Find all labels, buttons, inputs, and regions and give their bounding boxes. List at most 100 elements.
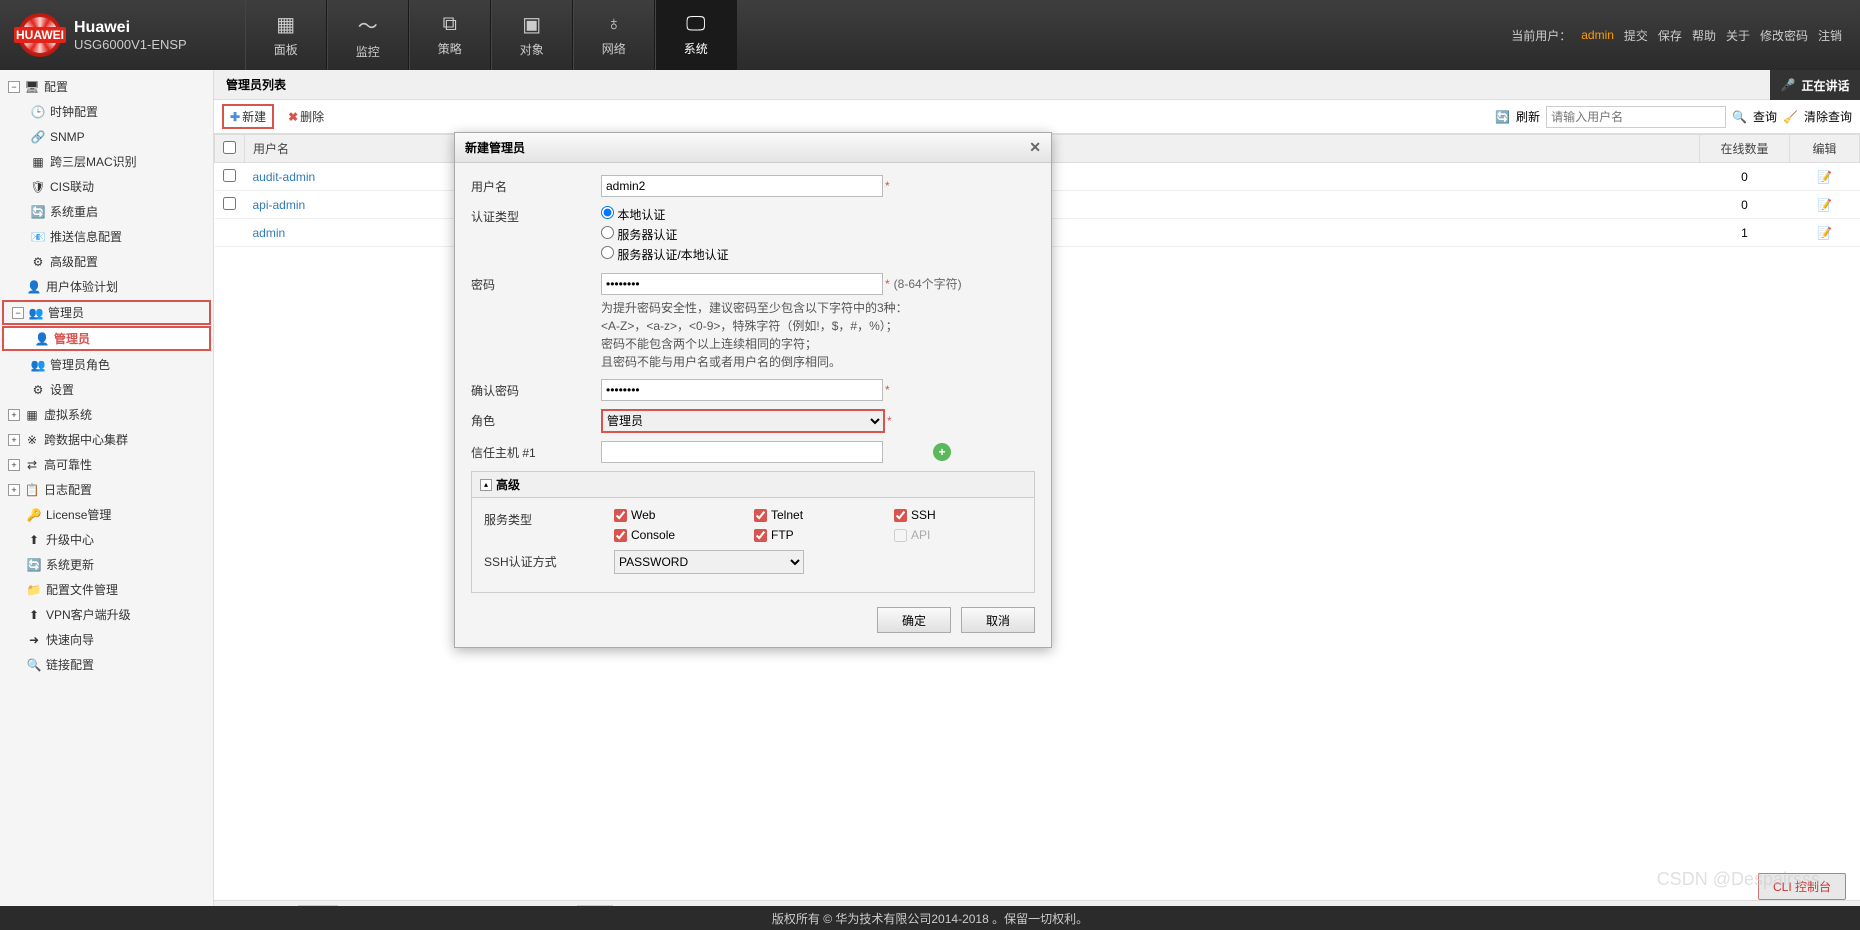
tab-network[interactable]: ♁网络 bbox=[573, 0, 655, 70]
sidebar-item[interactable]: +📋日志配置 bbox=[0, 477, 213, 502]
sidebar-item[interactable]: +▦虚拟系统 bbox=[0, 402, 213, 427]
service-ftp-checkbox[interactable]: FTP bbox=[754, 528, 834, 542]
close-icon[interactable]: ✕ bbox=[1029, 139, 1041, 156]
policy-icon: ⧉ bbox=[443, 13, 457, 36]
sidebar-item[interactable]: 🔄系统重启 bbox=[0, 199, 213, 224]
sidebar-item[interactable]: ▦跨三层MAC识别 bbox=[0, 149, 213, 174]
huawei-logo-icon: HUAWEI bbox=[18, 13, 62, 57]
sidebar-item[interactable]: +⇄高可靠性 bbox=[0, 452, 213, 477]
tab-object[interactable]: ▣对象 bbox=[491, 0, 573, 70]
sidebar-item[interactable]: +※跨数据中心集群 bbox=[0, 427, 213, 452]
sidebar-item[interactable]: 🛡CIS联动 bbox=[0, 174, 213, 199]
auth-both-radio[interactable]: 服务器认证/本地认证 bbox=[601, 245, 1035, 265]
about-link[interactable]: 关于 bbox=[1726, 27, 1750, 44]
sidebar-item[interactable]: 📁配置文件管理 bbox=[0, 577, 213, 602]
sidebar-item[interactable]: ⬆VPN客户端升级 bbox=[0, 602, 213, 627]
sidebar-item[interactable]: 🔑License管理 bbox=[0, 502, 213, 527]
model-name: USG6000V1-ENSP bbox=[74, 37, 187, 52]
search-input[interactable] bbox=[1546, 106, 1726, 128]
add-host-button[interactable]: + bbox=[933, 443, 951, 461]
sidebar-item[interactable]: −👥管理员 bbox=[2, 300, 211, 325]
help-link[interactable]: 帮助 bbox=[1692, 27, 1716, 44]
sidebar-item[interactable]: 🕒时钟配置 bbox=[0, 99, 213, 124]
sidebar-item[interactable]: ⬆升级中心 bbox=[0, 527, 213, 552]
trust-host-input[interactable] bbox=[601, 441, 883, 463]
row-checkbox[interactable] bbox=[223, 169, 236, 182]
ssh-auth-label: SSH认证方式 bbox=[484, 550, 614, 570]
commit-link[interactable]: 提交 bbox=[1624, 27, 1648, 44]
save-link[interactable]: 保存 bbox=[1658, 27, 1682, 44]
user-link[interactable]: api-admin bbox=[253, 198, 306, 212]
tree-icon: ▦ bbox=[30, 154, 46, 170]
tree-icon: ⬆ bbox=[26, 607, 42, 623]
col-online[interactable]: 在线数量 bbox=[1700, 135, 1790, 163]
refresh-icon[interactable]: 🔄 bbox=[1495, 110, 1510, 124]
username-input[interactable] bbox=[601, 175, 883, 197]
confirm-input[interactable] bbox=[601, 379, 883, 401]
service-web-checkbox[interactable]: Web bbox=[614, 508, 694, 522]
new-button[interactable]: ✚ 新建 bbox=[222, 104, 274, 129]
row-checkbox[interactable] bbox=[223, 197, 236, 210]
password-label: 密码 bbox=[471, 273, 601, 293]
tab-monitor[interactable]: 〜监控 bbox=[327, 0, 409, 70]
password-input[interactable] bbox=[601, 273, 883, 295]
service-telnet-checkbox[interactable]: Telnet bbox=[754, 508, 834, 522]
voice-status: 🎤 正在讲话 bbox=[1770, 70, 1860, 100]
col-edit[interactable]: 编辑 bbox=[1790, 135, 1860, 163]
edit-icon[interactable]: 📝 bbox=[1817, 226, 1832, 240]
clear-icon[interactable]: 🧹 bbox=[1783, 110, 1798, 124]
service-api-checkbox: API bbox=[894, 528, 974, 542]
delete-button[interactable]: ✖ 删除 bbox=[282, 106, 330, 127]
tab-policy[interactable]: ⧉策略 bbox=[409, 0, 491, 70]
search-icon[interactable]: 🔍 bbox=[1732, 110, 1747, 124]
select-all-checkbox[interactable] bbox=[223, 141, 236, 154]
ssh-auth-select[interactable]: PASSWORD bbox=[614, 550, 804, 574]
cancel-button[interactable]: 取消 bbox=[961, 607, 1035, 633]
sidebar-item[interactable]: ⚙设置 bbox=[0, 377, 213, 402]
header: HUAWEI Huawei USG6000V1-ENSP ▦面板 〜监控 ⧉策略… bbox=[0, 0, 1860, 70]
ok-button[interactable]: 确定 bbox=[877, 607, 951, 633]
logout-link[interactable]: 注销 bbox=[1818, 27, 1842, 44]
service-ssh-checkbox[interactable]: SSH bbox=[894, 508, 974, 522]
trust-label: 信任主机 #1 bbox=[471, 441, 601, 461]
sidebar-item[interactable]: ⚙高级配置 bbox=[0, 249, 213, 274]
cli-console-button[interactable]: CLI 控制台 bbox=[1758, 873, 1846, 900]
advanced-panel: ▴ 高级 服务类型 Web Telnet SSH Console FTP API… bbox=[471, 471, 1035, 593]
tab-system[interactable]: 🖵系统 bbox=[655, 0, 737, 70]
tree-icon: ⇄ bbox=[24, 457, 40, 473]
edit-icon[interactable]: 📝 bbox=[1817, 170, 1832, 184]
tree-icon: ⬆ bbox=[26, 532, 42, 548]
sidebar-item[interactable]: ➜快速向导 bbox=[0, 627, 213, 652]
tree-icon: ⚙ bbox=[30, 254, 46, 270]
sidebar-item[interactable]: 🔍链接配置 bbox=[0, 652, 213, 677]
role-select[interactable]: 管理员 bbox=[601, 409, 885, 433]
tree-icon: ※ bbox=[24, 432, 40, 448]
sidebar-item[interactable]: 👤管理员 bbox=[2, 326, 211, 351]
sidebar-item[interactable]: 📧推送信息配置 bbox=[0, 224, 213, 249]
edit-icon[interactable]: 📝 bbox=[1817, 198, 1832, 212]
auth-local-radio[interactable]: 本地认证 bbox=[601, 205, 1035, 225]
service-console-checkbox[interactable]: Console bbox=[614, 528, 694, 542]
sidebar-item[interactable]: 🔗SNMP bbox=[0, 124, 213, 149]
tree-icon: 📋 bbox=[24, 482, 40, 498]
advanced-toggle[interactable]: ▴ 高级 bbox=[472, 472, 1034, 498]
dialog-header[interactable]: 新建管理员 ✕ bbox=[455, 133, 1051, 163]
refresh-label[interactable]: 刷新 bbox=[1516, 108, 1540, 125]
sidebar-item[interactable]: −🖥配置 bbox=[0, 74, 213, 99]
sidebar-item[interactable]: 👥管理员角色 bbox=[0, 352, 213, 377]
delete-icon: ✖ bbox=[288, 110, 298, 124]
tab-panel[interactable]: ▦面板 bbox=[245, 0, 327, 70]
sidebar-item[interactable]: 👤用户体验计划 bbox=[0, 274, 213, 299]
service-label: 服务类型 bbox=[484, 508, 614, 528]
tree-icon: 👥 bbox=[30, 357, 46, 373]
auth-server-radio[interactable]: 服务器认证 bbox=[601, 225, 1035, 245]
change-pw-link[interactable]: 修改密码 bbox=[1760, 27, 1808, 44]
clear-label[interactable]: 清除查询 bbox=[1804, 108, 1852, 125]
sidebar-item[interactable]: 🔄系统更新 bbox=[0, 552, 213, 577]
auth-label: 认证类型 bbox=[471, 205, 601, 225]
tree-icon: 🔍 bbox=[26, 657, 42, 673]
search-label[interactable]: 查询 bbox=[1753, 108, 1777, 125]
user-link[interactable]: audit-admin bbox=[253, 170, 316, 184]
confirm-label: 确认密码 bbox=[471, 379, 601, 399]
user-link[interactable]: admin bbox=[253, 226, 286, 240]
